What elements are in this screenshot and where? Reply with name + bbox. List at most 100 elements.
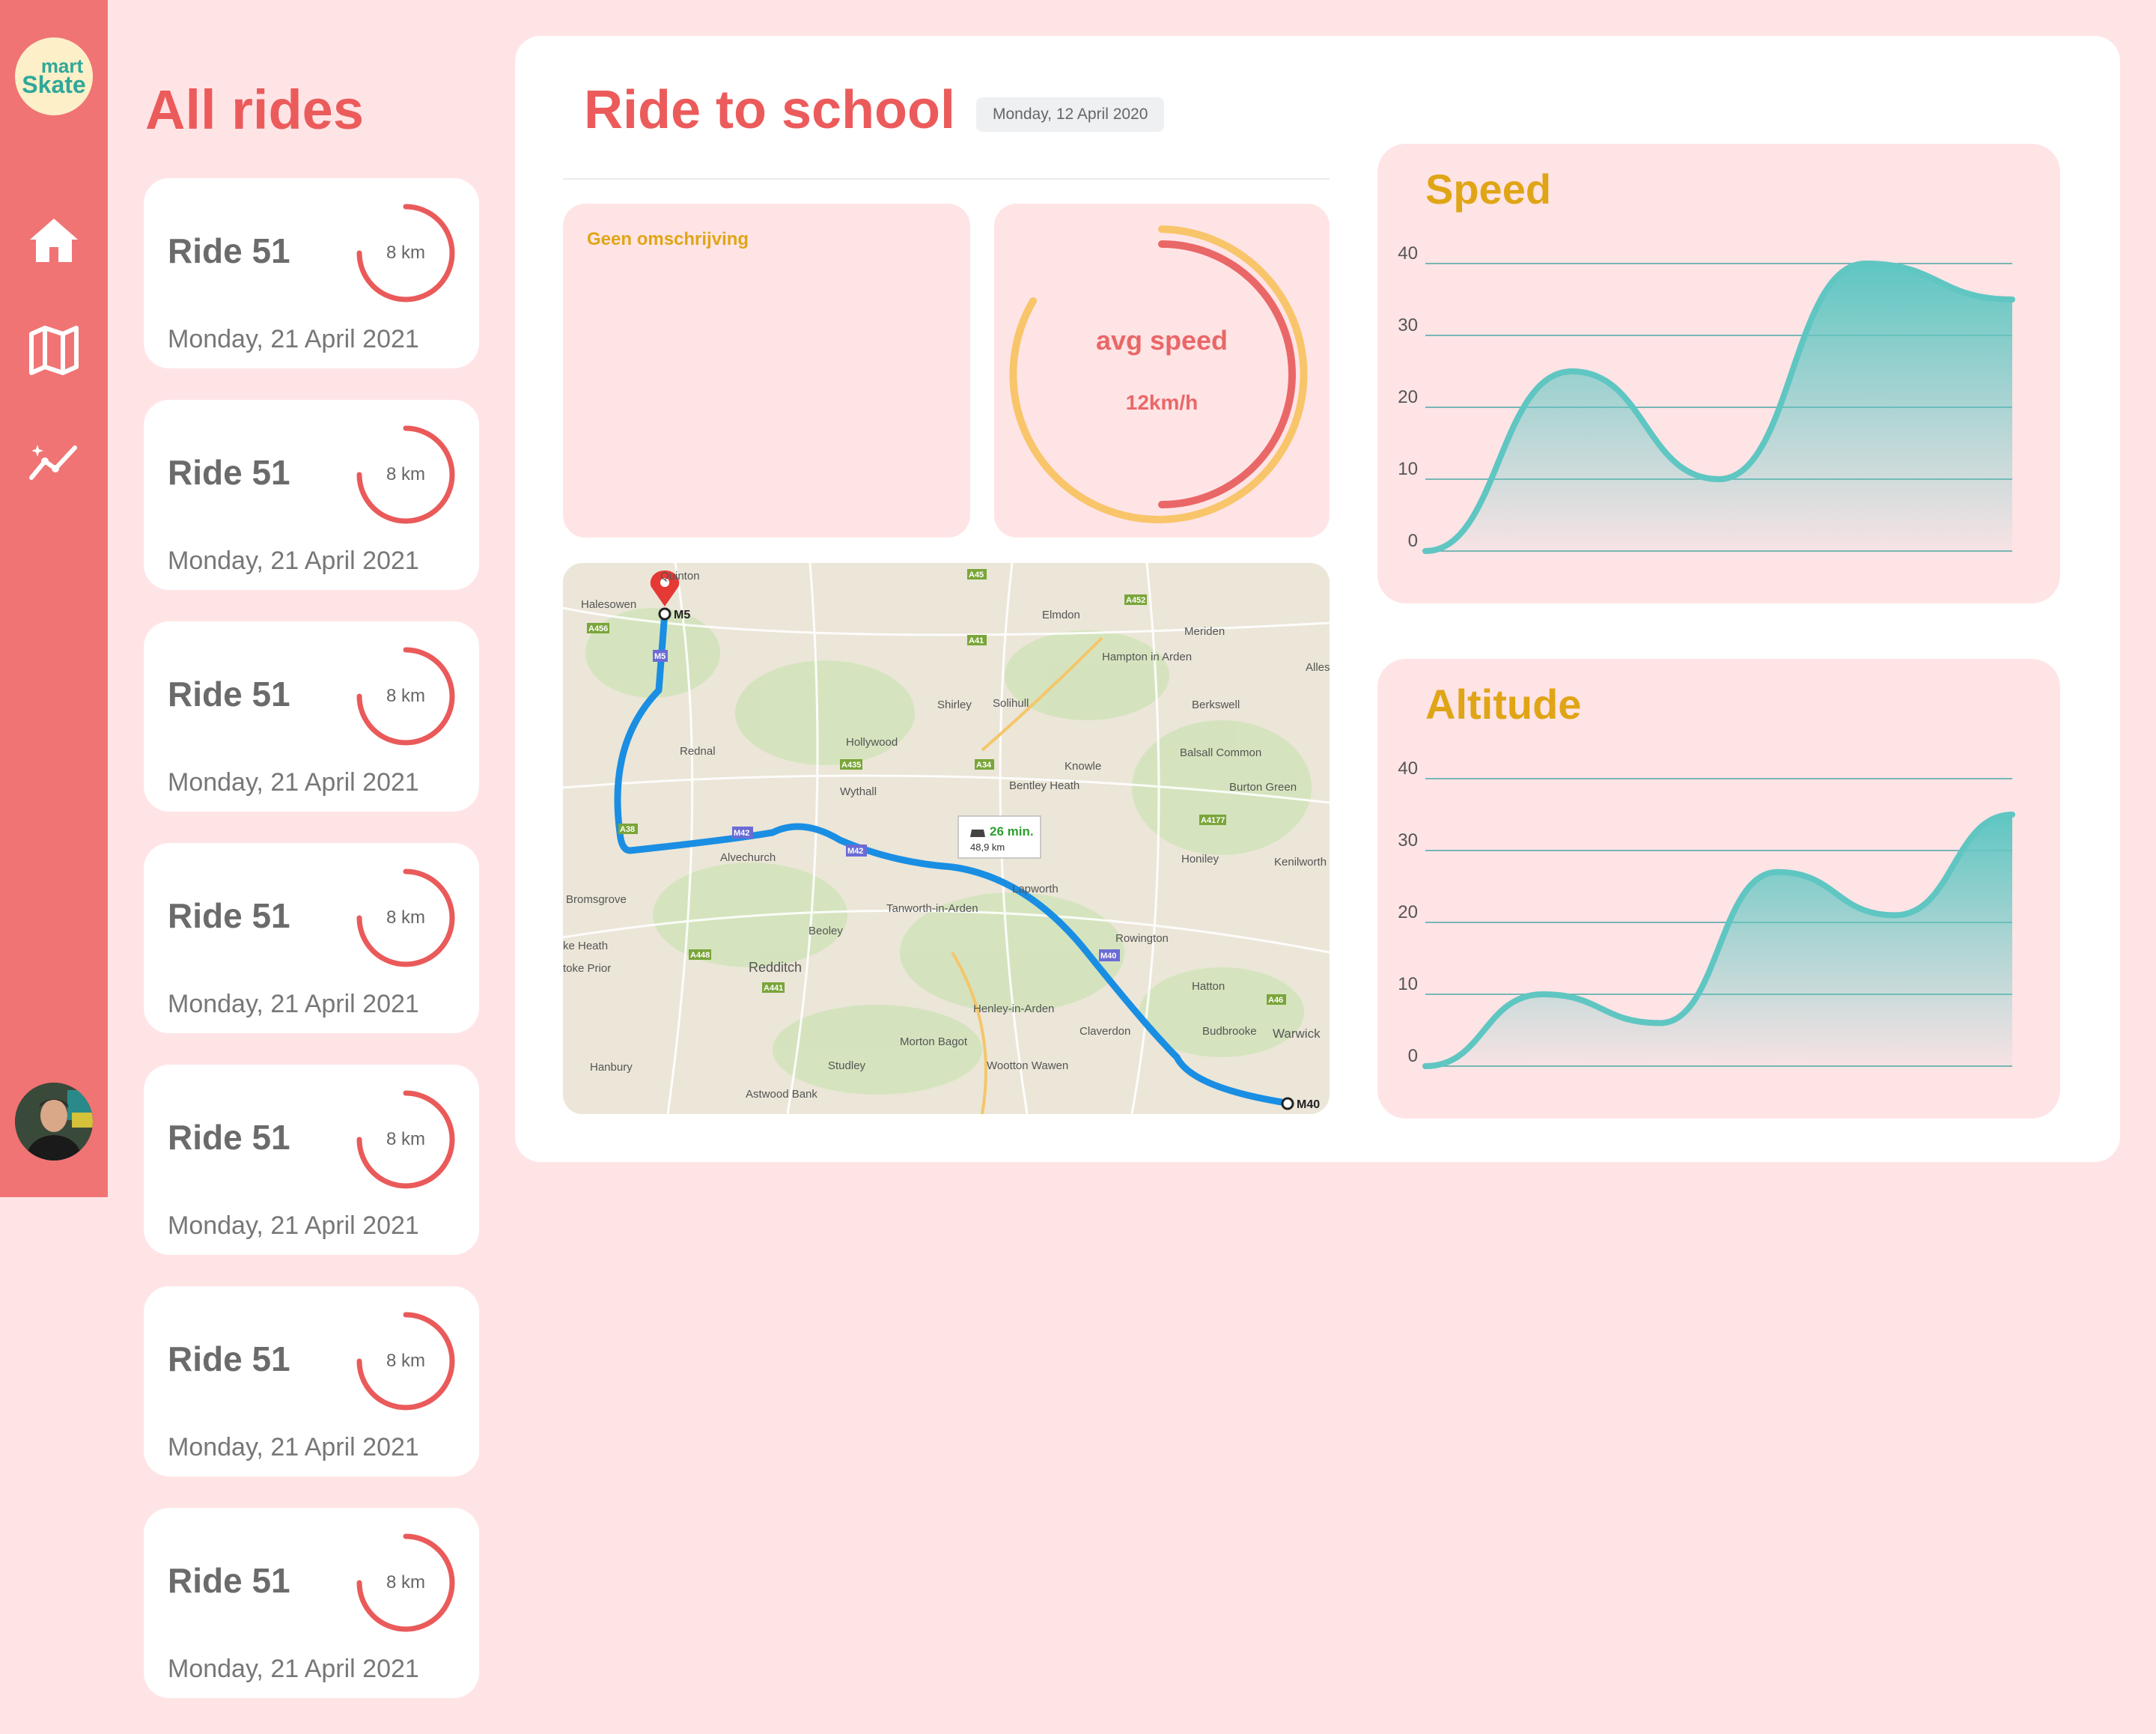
ride-distance: 8 km <box>386 686 425 706</box>
map-place: Henley-in-Arden <box>973 1003 1054 1015</box>
map-place: Allesley <box>1306 661 1330 674</box>
map-place: Meriden <box>1184 625 1225 638</box>
y-tick-label: 40 <box>1398 243 1418 264</box>
road-badge: A4177 <box>1201 816 1225 825</box>
y-tick-label: 10 <box>1398 974 1418 994</box>
ride-distance: 8 km <box>386 1572 425 1592</box>
ride-distance: 8 km <box>386 1351 425 1371</box>
travel-distance: 48,9 km <box>970 842 1005 853</box>
map-place: Tanworth-in-Arden <box>886 902 978 915</box>
app-logo[interactable]: mart Skate <box>15 37 93 115</box>
y-tick-label: 20 <box>1398 902 1418 922</box>
map-place: Quinton <box>660 570 700 582</box>
map-place: Kenilworth <box>1274 856 1327 868</box>
map-place: Wootton Wawen <box>987 1059 1068 1072</box>
map-place: Morton Bagot <box>900 1035 968 1048</box>
ride-card[interactable]: Ride 51 8 km Monday, 21 April 2021 <box>144 400 479 590</box>
date-badge: Monday, 12 April 2020 <box>976 97 1165 132</box>
route-map[interactable]: Quinton Halesowen Elmdon Hampton in Arde… <box>563 563 1330 1114</box>
road-badge: A38 <box>620 825 635 834</box>
map-icon[interactable] <box>27 323 81 377</box>
ride-distance: 8 km <box>386 243 425 263</box>
ride-card[interactable]: Ride 51 8 km Monday, 21 April 2021 <box>144 1065 479 1255</box>
road-badge: M42 <box>847 847 863 856</box>
ride-date: Monday, 21 April 2021 <box>168 990 419 1018</box>
map-place: Rednal <box>680 745 716 758</box>
map-place: Claverdon <box>1079 1025 1130 1038</box>
ride-name: Ride 51 <box>168 231 290 270</box>
route-end-label: M40 <box>1297 1098 1320 1111</box>
road-badge: A448 <box>690 951 710 960</box>
map-place: Hampton in Arden <box>1102 651 1192 663</box>
map-place: Hollywood <box>846 736 898 749</box>
road-badge: A452 <box>1126 596 1145 605</box>
map-place: Halesowen <box>581 598 636 611</box>
route-map-image[interactable]: Quinton Halesowen Elmdon Hampton in Arde… <box>563 563 1330 1114</box>
map-place: Bromsgrove <box>566 893 627 906</box>
ride-date: Monday, 21 April 2021 <box>168 1655 419 1683</box>
map-place: Hanbury <box>590 1061 633 1074</box>
map-place: Alvechurch <box>720 851 776 864</box>
map-place: Burton Green <box>1229 781 1297 794</box>
y-tick-label: 40 <box>1398 758 1418 779</box>
ride-date: Monday, 21 April 2021 <box>168 1211 419 1240</box>
avg-speed-value: 12km/h <box>1125 391 1199 414</box>
map-place: Shirley <box>937 699 972 711</box>
map-place: Balsall Common <box>1180 746 1261 759</box>
description-text: Geen omschrijving <box>587 229 749 249</box>
map-place: Studley <box>828 1059 866 1072</box>
rides-title: All rides <box>145 79 364 141</box>
page-title: Ride to school <box>584 80 956 140</box>
ride-name: Ride 51 <box>168 453 290 492</box>
y-tick-label: 0 <box>1408 531 1418 551</box>
road-badge: A46 <box>1268 996 1283 1005</box>
altitude-chart-title: Altitude <box>1425 681 1582 728</box>
ride-date: Monday, 21 April 2021 <box>168 1433 419 1461</box>
home-icon[interactable] <box>27 213 81 267</box>
user-avatar[interactable] <box>15 1083 93 1160</box>
avg-speed-card: avg speed 12km/h <box>994 204 1330 538</box>
map-place: Honiley <box>1181 853 1219 866</box>
road-badge: M5 <box>654 652 666 661</box>
ride-card[interactable]: Ride 51 8 km Monday, 21 April 2021 <box>144 843 479 1033</box>
ride-card[interactable]: Ride 51 8 km Monday, 21 April 2021 <box>144 1508 479 1698</box>
gauge-outer-arc <box>1009 225 1308 523</box>
ride-date: Monday, 21 April 2021 <box>168 768 419 797</box>
divider <box>563 178 1330 180</box>
map-place: Hatton <box>1192 980 1225 993</box>
y-tick-label: 10 <box>1398 459 1418 479</box>
ride-card[interactable]: Ride 51 8 km Monday, 21 April 2021 <box>144 621 479 812</box>
car-icon <box>970 830 985 837</box>
road-badge: A456 <box>588 624 608 633</box>
ride-distance: 8 km <box>386 1129 425 1149</box>
ride-name: Ride 51 <box>168 1118 290 1157</box>
ride-card[interactable]: Ride 51 8 km Monday, 21 April 2021 <box>144 178 479 368</box>
sidebar: mart Skate <box>0 0 108 1197</box>
logo-text-bottom: Skate <box>22 71 86 98</box>
road-badge: A45 <box>969 571 984 579</box>
avg-speed-label: avg speed <box>1095 325 1228 356</box>
y-tick-label: 30 <box>1398 315 1418 335</box>
speed-gauge <box>1009 225 1308 523</box>
travel-info-box[interactable]: 26 min. 48,9 km <box>957 815 1041 859</box>
map-place: Warwick <box>1273 1026 1321 1041</box>
map-place: Solihull <box>993 697 1029 710</box>
road-badge: M40 <box>1100 952 1116 961</box>
ride-name: Ride 51 <box>168 896 290 935</box>
ride-card[interactable]: Ride 51 8 km Monday, 21 April 2021 <box>144 1286 479 1476</box>
map-place: Knowle <box>1065 760 1101 773</box>
ride-name: Ride 51 <box>168 1561 290 1600</box>
road-badge: A41 <box>969 636 984 645</box>
map-place: Rowington <box>1115 932 1169 945</box>
speed-chart-title: Speed <box>1425 165 1552 213</box>
travel-time: 26 min. <box>990 824 1034 839</box>
map-place: toke Prior <box>563 962 611 975</box>
map-place: Budbrooke <box>1202 1025 1257 1038</box>
ride-distance: 8 km <box>386 464 425 484</box>
map-place: Wythall <box>840 785 877 798</box>
map-place: ke Heath <box>563 940 608 952</box>
map-place: Lapworth <box>1012 883 1059 895</box>
map-place: Astwood Bank <box>746 1088 817 1101</box>
map-place: Elmdon <box>1042 609 1080 621</box>
stats-icon[interactable] <box>27 434 81 488</box>
